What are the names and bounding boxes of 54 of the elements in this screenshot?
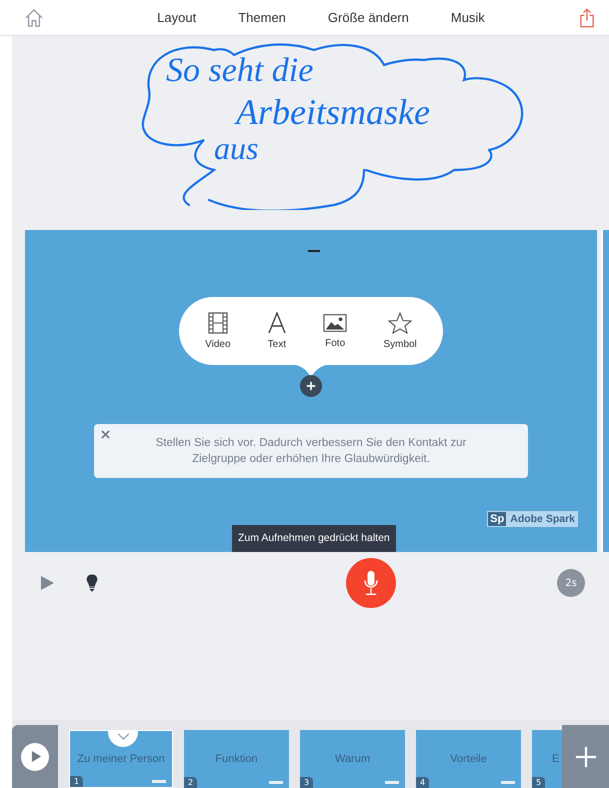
toolbar-tab[interactable]: Themen [238, 10, 286, 25]
toolbar-tab[interactable]: Layout [157, 10, 196, 25]
image-icon [323, 313, 348, 333]
chevron-down-icon [116, 733, 130, 740]
home-icon[interactable] [24, 8, 44, 28]
text-cursor [308, 250, 320, 252]
record-button[interactable] [346, 558, 396, 608]
lightbulb-icon[interactable] [86, 574, 98, 592]
play-icon [30, 750, 42, 763]
star-icon [388, 312, 412, 334]
logo-mark [501, 781, 515, 784]
slide-thumbnail[interactable]: Zu meiner Person 1 [69, 730, 173, 788]
menu-option[interactable]: Video [205, 312, 231, 350]
slide-thumbnail[interactable]: Warum 3 [300, 730, 405, 788]
handwritten-note: aus [214, 132, 260, 164]
film-icon [208, 312, 228, 334]
slide-number: 2 [184, 777, 198, 788]
add-button[interactable] [300, 375, 322, 397]
slide-title: Funktion [215, 753, 258, 765]
menu-option[interactable]: Foto [323, 313, 348, 349]
slide-thumbnail[interactable]: Vorteile 4 [416, 730, 521, 788]
toolbar-tab[interactable]: Größe ändern [328, 10, 409, 25]
tooltip: Zum Aufnehmen gedrückt halten [232, 525, 396, 552]
close-icon[interactable] [101, 430, 110, 439]
play-button[interactable] [21, 742, 49, 770]
slide-number: 3 [300, 777, 314, 788]
handwritten-note: Arbeitsmaske [236, 94, 430, 130]
logo-mark [152, 780, 166, 783]
slide-title: Vorteile [450, 753, 487, 765]
hint-text: Stellen Sie sich vor. Dadurch verbessern Sie den Kontakt zur Zielgruppe oder erhöhen Ihre Glaubwürdigkeit. [154, 436, 468, 467]
share-icon[interactable] [580, 8, 594, 28]
logo-mark [385, 781, 399, 784]
logo-mark [269, 781, 283, 784]
plus-icon [306, 381, 316, 391]
slide-number: 1 [70, 776, 84, 787]
plus-icon [574, 746, 596, 768]
badge-label: Adobe Spark [510, 513, 575, 525]
slide-number: 4 [416, 777, 430, 788]
slide-title: Warum [334, 753, 370, 765]
menu-option[interactable]: Text [266, 312, 287, 350]
slide-canvas[interactable]: Video Text Foto Symbol Stellen Sie sich vor. Dadurch verbessern Sie den Kontakt zur Zielgruppe oder erhöhen Ihre Glaubwürdigkeit. Sp Adobe Spark Zum Aufnehmen gedrückt halten [25, 230, 597, 552]
slide-title: E [552, 753, 560, 765]
slide-title: Zu meiner Person [77, 753, 165, 765]
slide-thumbnail[interactable]: E 5 [532, 730, 562, 788]
microphone-icon [362, 570, 380, 596]
slide-number: 5 [532, 777, 546, 788]
toolbar-tab[interactable]: Musik [450, 10, 485, 25]
add-slide-button[interactable] [562, 725, 609, 788]
handwritten-note: So seht die [166, 54, 314, 88]
logo-mark: Sp [488, 512, 506, 526]
letter-icon [266, 312, 287, 334]
slide-thumbnail[interactable]: Funktion 2 [184, 730, 289, 788]
play-icon[interactable] [39, 575, 55, 591]
menu-option[interactable]: Symbol [383, 312, 417, 350]
